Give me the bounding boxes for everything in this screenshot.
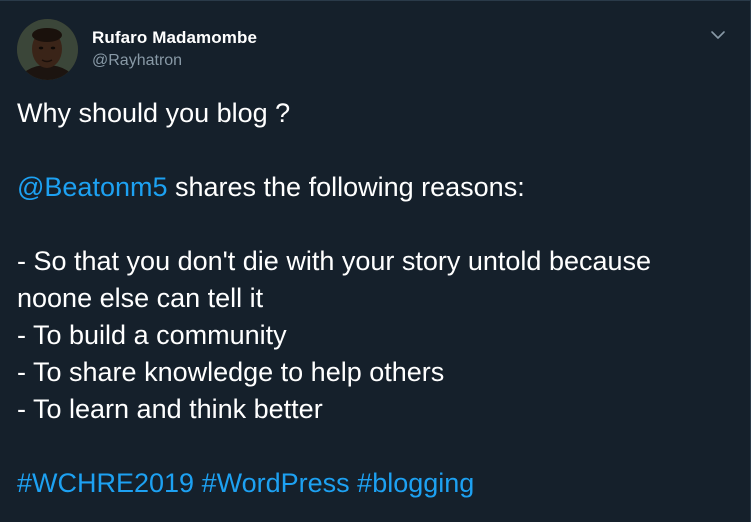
avatar-photo (17, 19, 78, 80)
author-handle[interactable]: @Rayhatron (92, 52, 182, 70)
tweet-line-mention: @Beatonm5 shares the following reasons: (17, 169, 732, 206)
avatar[interactable] (17, 19, 78, 80)
reason-item: - To learn and think better (17, 394, 323, 424)
chevron-down-icon[interactable] (709, 26, 727, 44)
reason-item: - To build a community (17, 320, 287, 350)
hashtag-line: #WCHRE2019 #WordPress #blogging (17, 465, 732, 502)
reason-item: - To share knowledge to help others (17, 357, 445, 387)
tweet-line-question: Why should you blog ? (17, 98, 291, 128)
hashtag-link[interactable]: #WordPress (202, 468, 350, 498)
hashtag-link[interactable]: #WCHRE2019 (17, 468, 194, 498)
mention-rest-text: shares the following reasons: (167, 172, 525, 202)
hashtag-link[interactable]: #blogging (357, 468, 474, 498)
author-name[interactable]: Rufaro Madamombe (92, 28, 257, 48)
tweet-text: Why should you blog ? @Beatonm5 shares t… (17, 95, 732, 502)
mention-link[interactable]: @Beatonm5 (17, 172, 168, 202)
reason-item: - So that you don't die with your story … (17, 246, 652, 313)
tweet-card: Rufaro Madamombe @Rayhatron Why should y… (0, 0, 751, 522)
